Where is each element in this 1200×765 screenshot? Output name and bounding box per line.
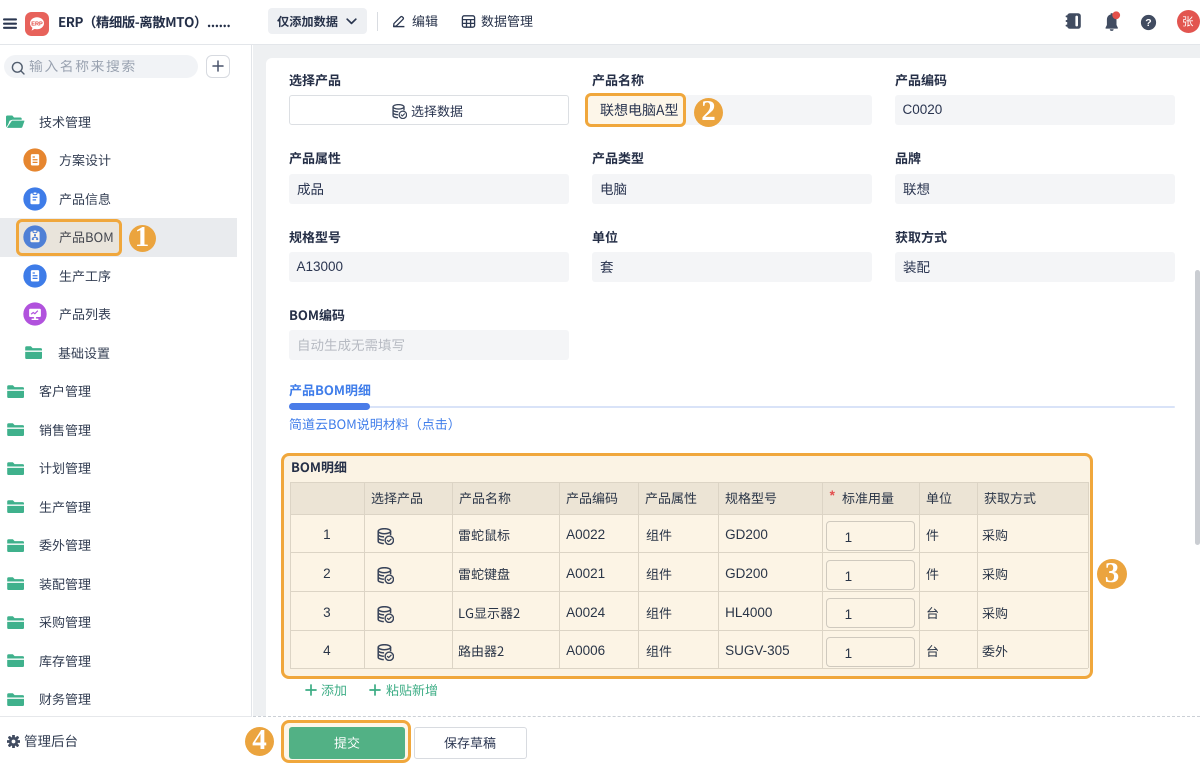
svg-text:ERP: ERP [31, 21, 43, 27]
svg-text:?: ? [1145, 17, 1151, 29]
